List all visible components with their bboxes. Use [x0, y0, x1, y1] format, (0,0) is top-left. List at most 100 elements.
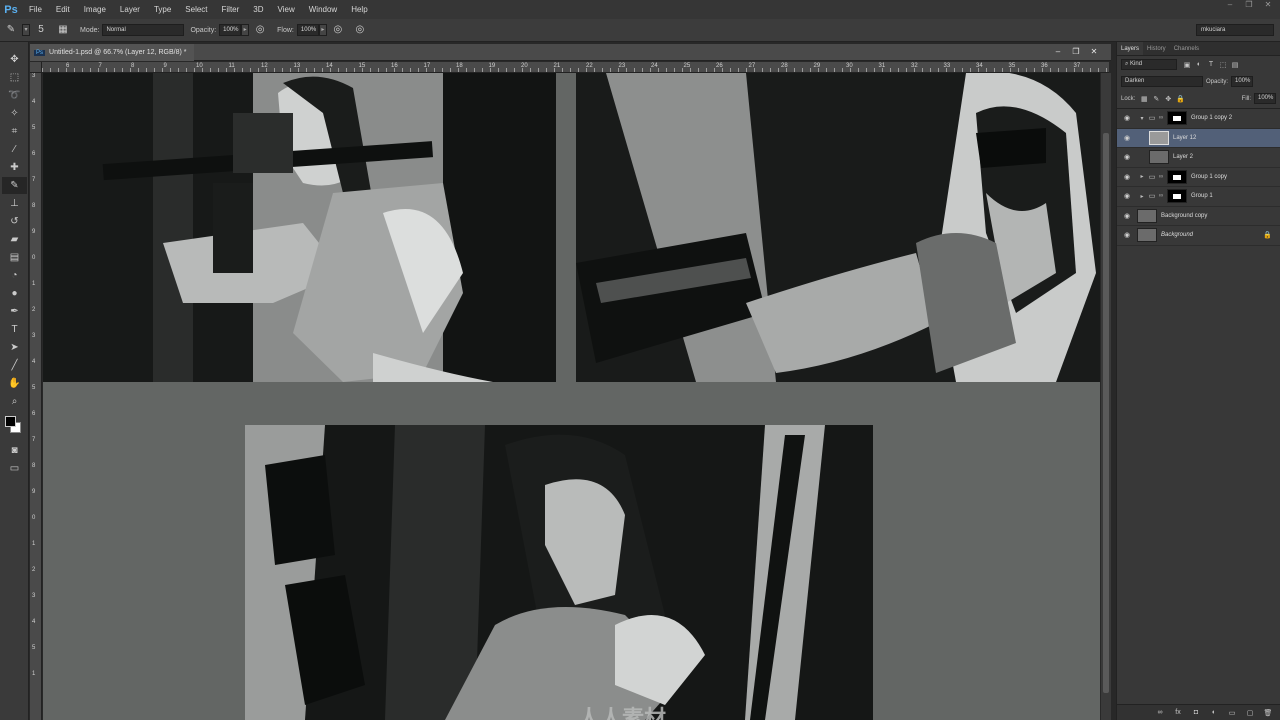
airbrush-icon[interactable]: ◎	[331, 23, 345, 37]
expand-arrow-icon[interactable]: ▾	[1137, 115, 1147, 122]
chain-link-icon[interactable]: ∞	[1157, 115, 1165, 121]
new-layer-icon[interactable]: ▢	[1241, 709, 1259, 717]
layer-row-group-1-copy-2[interactable]: ◉ ▾ ▭ ∞ Group 1 copy 2	[1117, 109, 1280, 129]
restore-icon[interactable]: ❐	[1241, 0, 1257, 10]
chain-link-icon[interactable]: ∞	[1157, 193, 1165, 199]
eyedropper-tool-icon[interactable]: ⁄	[2, 141, 27, 158]
add-mask-icon[interactable]: ◘	[1187, 709, 1205, 716]
path-select-tool-icon[interactable]: ➤	[2, 339, 27, 356]
opacity-dropdown-icon[interactable]: ▸	[241, 24, 250, 36]
trash-icon[interactable]: 🗑	[1259, 709, 1277, 717]
layer-thumbnail[interactable]	[1137, 228, 1157, 243]
vertical-ruler[interactable]: 3 4 5 6 7 8 9 0 1 2 3 4 5 6 7 8 9 0 1 2 3 4 5 1	[30, 73, 42, 720]
new-group-icon[interactable]: ▭	[1223, 709, 1241, 717]
quick-mask-icon[interactable]: ◙	[2, 442, 27, 459]
foreground-color-swatch[interactable]	[5, 416, 16, 427]
menu-layer[interactable]: Layer	[113, 0, 147, 19]
brush-panel-toggle-icon[interactable]: ▦	[56, 23, 70, 37]
eraser-tool-icon[interactable]: ▰	[2, 231, 27, 248]
type-tool-icon[interactable]: T	[2, 321, 27, 338]
menu-edit[interactable]: Edit	[49, 0, 77, 19]
layer-row-layer-2[interactable]: ◉ Layer 2	[1117, 148, 1280, 168]
pressure-size-icon[interactable]: ◎	[353, 23, 367, 37]
doc-restore-icon[interactable]: ❐	[1067, 46, 1085, 58]
minimize-icon[interactable]: –	[1222, 0, 1238, 10]
color-swatches[interactable]	[2, 414, 27, 438]
layer-mask-thumbnail[interactable]	[1167, 189, 1187, 204]
brush-size-picker[interactable]: 5	[34, 23, 48, 37]
quick-select-tool-icon[interactable]: ✧	[2, 105, 27, 122]
menu-3d[interactable]: 3D	[246, 0, 270, 19]
menu-image[interactable]: Image	[77, 0, 113, 19]
gradient-tool-icon[interactable]: ▤	[2, 249, 27, 266]
visibility-eye-icon[interactable]: ◉	[1117, 212, 1137, 220]
filter-type-icon[interactable]: T	[1205, 61, 1217, 69]
hand-tool-icon[interactable]: ✋	[2, 375, 27, 392]
fx-icon[interactable]: fx	[1169, 709, 1187, 716]
layer-thumbnail[interactable]	[1137, 208, 1157, 223]
pen-tool-icon[interactable]: ✒	[2, 303, 27, 320]
visibility-eye-icon[interactable]: ◉	[1117, 134, 1137, 142]
canvas[interactable]: 人人素材	[43, 73, 1100, 720]
lock-all-icon[interactable]: 🔒	[1174, 95, 1186, 103]
tab-history[interactable]: History	[1143, 42, 1170, 55]
lock-position-icon[interactable]: ✥	[1162, 95, 1174, 103]
filter-pixel-icon[interactable]: ▣	[1181, 61, 1193, 69]
workspace-select[interactable]: mkuciara	[1196, 24, 1274, 36]
crop-tool-icon[interactable]: ⌗	[2, 123, 27, 140]
collapse-arrow-icon[interactable]: ▸	[1137, 173, 1147, 180]
scrollbar-thumb[interactable]	[1103, 133, 1109, 693]
document-tab[interactable]: Ps Untitled-1.psd @ 66.7% (Layer 12, RGB…	[30, 44, 195, 61]
screen-mode-icon[interactable]: ▭	[2, 460, 27, 477]
filter-kind-select[interactable]: ⌕ Kind	[1121, 59, 1177, 70]
lasso-tool-icon[interactable]: ➰	[2, 87, 27, 104]
pressure-opacity-icon[interactable]: ◎	[253, 23, 267, 37]
opacity-field[interactable]: 100%	[219, 24, 242, 36]
menu-window[interactable]: Window	[302, 0, 344, 19]
panel-opacity-field[interactable]: 100%	[1231, 76, 1254, 87]
layer-row-background[interactable]: ◉ Background 🔒	[1117, 226, 1280, 246]
tab-layers[interactable]: Layers	[1117, 42, 1144, 55]
filter-adjustment-icon[interactable]: ◐	[1193, 61, 1205, 69]
menu-file[interactable]: File	[22, 0, 49, 19]
vertical-scrollbar[interactable]	[1101, 73, 1111, 720]
dodge-tool-icon[interactable]: ●	[2, 285, 27, 302]
history-brush-tool-icon[interactable]: ↺	[2, 213, 27, 230]
mode-select[interactable]: Normal	[102, 24, 185, 36]
filter-shape-icon[interactable]: ⬚	[1217, 61, 1229, 69]
layer-row-group-1-copy[interactable]: ◉ ▸ ▭ ∞ Group 1 copy	[1117, 168, 1280, 187]
link-layers-icon[interactable]: ∞	[1151, 709, 1169, 716]
tab-channels[interactable]: Channels	[1170, 42, 1203, 55]
chain-link-icon[interactable]: ∞	[1157, 174, 1165, 180]
lock-pixels-icon[interactable]: ✎	[1150, 95, 1162, 103]
filter-smart-object-icon[interactable]: ▤	[1229, 61, 1241, 69]
doc-minimize-icon[interactable]: –	[1049, 46, 1067, 58]
flow-dropdown-icon[interactable]: ▸	[318, 24, 327, 36]
layer-thumbnail[interactable]	[1149, 150, 1169, 165]
layer-row-group-1[interactable]: ◉ ▸ ▭ ∞ Group 1	[1117, 187, 1280, 207]
move-tool-icon[interactable]: ✥	[2, 51, 27, 68]
flow-field[interactable]: 100%	[296, 24, 319, 36]
visibility-eye-icon[interactable]: ◉	[1117, 192, 1137, 200]
visibility-eye-icon[interactable]: ◉	[1117, 173, 1137, 181]
brush-tool-preset-icon[interactable]: ✎	[4, 23, 18, 37]
blur-tool-icon[interactable]: ◔	[2, 267, 27, 284]
close-icon[interactable]: ✕	[1260, 0, 1276, 10]
brush-tool-icon[interactable]: ✎	[2, 177, 27, 194]
line-tool-icon[interactable]: ╱	[2, 357, 27, 374]
layer-thumbnail[interactable]	[1149, 130, 1169, 145]
visibility-eye-icon[interactable]: ◉	[1117, 114, 1137, 122]
visibility-eye-icon[interactable]: ◉	[1117, 231, 1137, 239]
fill-field[interactable]: 100%	[1254, 93, 1276, 104]
menu-help[interactable]: Help	[344, 0, 374, 19]
menu-view[interactable]: View	[271, 0, 302, 19]
adjustment-layer-icon[interactable]: ◐	[1205, 709, 1223, 716]
collapse-arrow-icon[interactable]: ▸	[1137, 193, 1147, 200]
menu-select[interactable]: Select	[178, 0, 214, 19]
healing-brush-tool-icon[interactable]: ✚	[2, 159, 27, 176]
layer-mask-thumbnail[interactable]	[1167, 111, 1187, 126]
menu-filter[interactable]: Filter	[215, 0, 247, 19]
ruler-origin[interactable]	[30, 62, 42, 73]
layer-mask-thumbnail[interactable]	[1167, 169, 1187, 184]
marquee-tool-icon[interactable]: ⬚	[2, 69, 27, 86]
